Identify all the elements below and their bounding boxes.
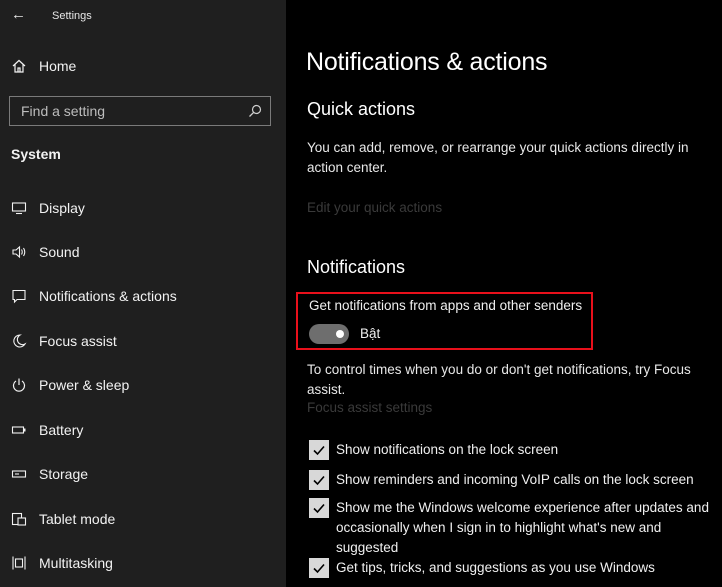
sidebar-item-label: Focus assist [39,333,117,349]
multitasking-icon [10,554,28,572]
checkbox[interactable] [309,498,329,518]
sidebar-item-power-sleep[interactable]: Power & sleep [10,371,129,399]
sidebar-item-label: Tablet mode [39,511,116,527]
sidebar-item-label: Battery [39,422,84,438]
battery-icon [10,421,28,439]
sidebar: ← Settings Home System Display Sound Not… [0,0,286,587]
nav-home[interactable]: Home [11,58,76,74]
checkmark-icon [313,503,325,514]
sidebar-item-label: Multitasking [39,555,113,571]
checkmark-icon [313,563,325,574]
sidebar-item-label: Power & sleep [39,377,130,393]
page-title: Notifications & actions [306,48,548,76]
checkbox-label: Get tips, tricks, and suggestions as you… [336,560,655,575]
sidebar-item-label: Storage [39,466,89,482]
checkbox-label: Show me the Windows welcome experience a… [336,500,709,555]
home-label: Home [39,58,77,74]
focus-assist-text: To control times when you do or don't ge… [307,362,691,397]
sidebar-item-sound[interactable]: Sound [10,238,79,266]
sidebar-item-label: Notifications & actions [39,288,177,304]
checkbox-label: Show reminders and incoming VoIP calls o… [336,472,694,487]
sidebar-item-storage[interactable]: Storage [10,460,88,488]
checkbox-row-voip: Show reminders and incoming VoIP calls o… [309,470,711,490]
checkmark-icon [313,445,325,456]
sidebar-item-battery[interactable]: Battery [10,416,83,444]
checkbox[interactable] [309,558,329,578]
window-title: Settings [52,10,92,22]
checkbox[interactable] [309,440,329,460]
moon-icon [10,332,28,350]
sidebar-item-focus-assist[interactable]: Focus assist [10,327,117,355]
quick-actions-description: You can add, remove, or rearrange your q… [307,140,689,175]
sidebar-item-notifications[interactable]: Notifications & actions [10,282,177,310]
search-input[interactable] [10,97,247,125]
checkbox-row-tips: Get tips, tricks, and suggestions as you… [309,558,711,578]
notifications-heading: Notifications [307,257,406,277]
focus-assist-settings-link[interactable]: Focus assist settings [307,400,432,415]
edit-quick-actions-link[interactable]: Edit your quick actions [307,200,442,215]
storage-icon [10,465,28,483]
tablet-mode-icon [10,510,28,528]
monitor-icon [10,199,28,217]
checkbox-label: Show notifications on the lock screen [336,442,559,457]
home-icon [12,59,26,73]
checkbox-row-welcome-experience: Show me the Windows welcome experience a… [309,498,711,558]
highlight-annotation [296,292,593,350]
back-arrow-icon[interactable]: ← [11,6,26,23]
sidebar-item-display[interactable]: Display [10,194,85,222]
sidebar-item-label: Display [39,200,85,216]
checkmark-icon [313,475,325,486]
checkbox-row-lock-screen: Show notifications on the lock screen [309,440,711,460]
sidebar-item-tablet-mode[interactable]: Tablet mode [10,505,115,533]
power-icon [10,376,28,394]
notification-icon [10,287,28,305]
checkbox[interactable] [309,470,329,490]
search-box[interactable] [9,96,271,126]
search-icon[interactable] [248,104,262,118]
section-title: System [11,146,61,162]
sidebar-item-label: Sound [39,244,80,260]
speaker-icon [10,243,28,261]
quick-actions-heading: Quick actions [307,99,416,119]
sidebar-item-multitasking[interactable]: Multitasking [10,549,113,577]
